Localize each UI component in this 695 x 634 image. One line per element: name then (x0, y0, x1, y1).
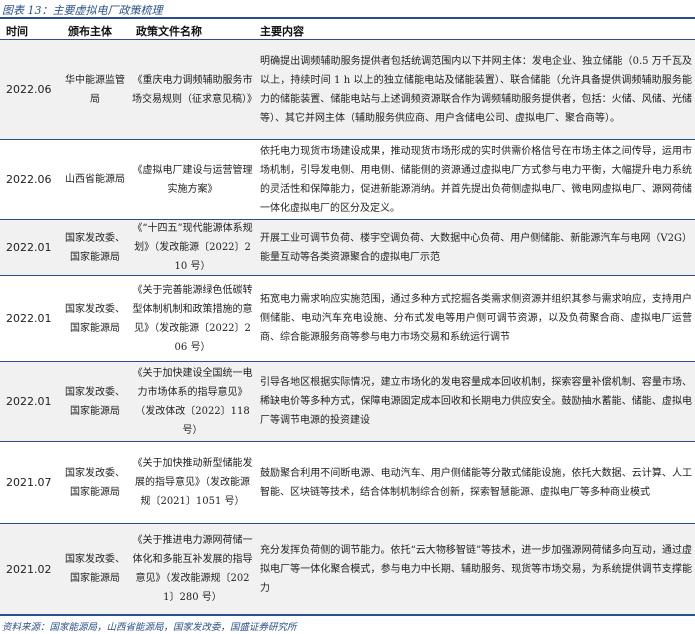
cell-content: 充分发挥负荷侧的调节能力。依托“云大物移智链”等技术，进一步加强源网荷储多向互动… (260, 544, 692, 594)
cell-policy: 《“十四五”现代能源体系规划》（发改能源〔2022〕210 号） (132, 223, 253, 272)
table-caption: 图表 13：主要虚拟电厂政策梳理 (2, 4, 163, 17)
cell-content: 开展工业可调节负荷、楼宇空调负荷、大数据中心负荷、用户侧储能、新能源汽车与电网（… (260, 232, 692, 263)
table-row: 2021.07 国家发改委、国家能源局 《关于加快推动新型储能发展的指导意见》（… (0, 442, 695, 524)
cell-issuer: 国家发改委、国家能源局 (65, 232, 125, 263)
cell-content: 依托电力现货市场建设成果，推动现货市场形成的实时供需价格信号在市场主体之间传导，… (260, 145, 692, 214)
cell-policy: 《重庆电力调频辅助服务市场交易规则（征求意见稿）》 (132, 74, 257, 105)
cell-content: 鼓励聚合利用不间断电源、电动汽车、用户侧储能等分散式储能设施，依托大数据、云计算… (260, 467, 692, 498)
cell-content: 拓宽电力需求响应实施范围，通过多种方式挖掘各类需求侧资源并组织其参与需求响应，支… (260, 294, 692, 343)
cell-content: 引导各地区根据实际情况，建立市场化的发电容量成本回收机制，探索容量补偿机制、容量… (260, 377, 692, 426)
source-note: 资料来源：国家能源局，山西省能源局，国家发改委，国盛证券研究所 (0, 615, 695, 634)
cell-policy: 《虚拟电厂建设与运营管理实施方案》 (132, 164, 253, 195)
table-row: 2022.06 山西省能源局 《虚拟电厂建设与运营管理实施方案》 依托电力现货市… (0, 140, 695, 220)
cell-issuer: 国家发改委、国家能源局 (65, 467, 125, 498)
cell-policy: 《关于加快建设全国统一电力市场体系的指导意见》（发改体改〔2022〕118 号） (132, 367, 253, 436)
cell-time: 2022.06 (6, 83, 52, 96)
header-time: 时间 (6, 25, 28, 38)
header-policy: 政策文件名称 (136, 25, 202, 38)
cell-time: 2022.06 (6, 173, 52, 186)
table-row: 2022.06 华中能源监管局 《重庆电力调频辅助服务市场交易规则（征求意见稿）… (0, 40, 695, 140)
cell-time: 2022.01 (6, 312, 52, 325)
table-row: 2021.02 国家发改委、国家能源局 《关于推进电力源网荷储一体化和多能互补发… (0, 524, 695, 615)
cell-time: 2021.07 (6, 476, 52, 489)
table-row: 2022.01 国家发改委、国家能源局 《关于完善能源绿色低碳转型体制机制和政策… (0, 276, 695, 362)
table-row: 2022.01 国家发改委、国家能源局 《关于加快建设全国统一电力市场体系的指导… (0, 362, 695, 442)
cell-time: 2022.01 (6, 395, 52, 408)
cell-policy: 《关于加快推动新型储能发展的指导意见》（发改能源规〔2021〕1051 号） (132, 458, 253, 507)
cell-issuer: 国家发改委、国家能源局 (65, 386, 125, 417)
header-issuer: 颁布主体 (68, 25, 112, 38)
cell-time: 2022.01 (6, 241, 52, 254)
cell-policy: 《关于推进电力源网荷储一体化和多能互补发展的指导意见》（发改能源规〔2021〕2… (132, 535, 253, 603)
table-row: 2022.01 国家发改委、国家能源局 《“十四五”现代能源体系规划》（发改能源… (0, 220, 695, 276)
cell-time: 2021.02 (6, 562, 52, 576)
table-header: 时间 颁布主体 政策文件名称 主要内容 (0, 17, 695, 40)
cell-issuer: 国家发改委、国家能源局 (65, 554, 125, 584)
cell-issuer: 山西省能源局 (65, 174, 125, 185)
cell-issuer: 华中能源监管局 (65, 74, 125, 105)
header-content: 主要内容 (260, 25, 304, 38)
cell-content: 明确提出调频辅助服务提供者包括统调范围内以下并网主体：发电企业、独立储能（0.5… (260, 55, 692, 124)
cell-issuer: 国家发改委、国家能源局 (65, 303, 125, 334)
cell-policy: 《关于完善能源绿色低碳转型体制机制和政策措施的意见》（发改能源〔2022〕206… (132, 284, 253, 353)
